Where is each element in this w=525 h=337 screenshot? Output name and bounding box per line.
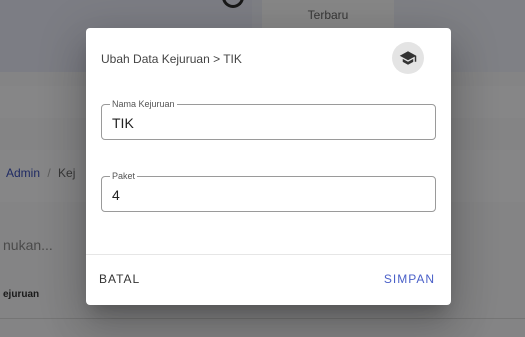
paket-input[interactable] (112, 187, 422, 203)
nama-kejuruan-label: Nama Kejuruan (110, 98, 177, 110)
save-button[interactable]: SIMPAN (384, 272, 435, 286)
graduation-cap-icon (399, 51, 417, 65)
dialog-title: Ubah Data Kejuruan > TIK (101, 52, 242, 66)
paket-field: Paket (101, 170, 436, 212)
nama-kejuruan-input[interactable] (112, 115, 422, 131)
nama-kejuruan-field: Nama Kejuruan (101, 98, 436, 140)
dialog-actions-divider (86, 254, 451, 255)
paket-label: Paket (110, 170, 138, 182)
cancel-button[interactable]: BATAL (99, 272, 140, 286)
dialog-header: Ubah Data Kejuruan > TIK (86, 28, 451, 90)
edit-kejuruan-dialog: Ubah Data Kejuruan > TIK Nama Kejuruan P… (86, 28, 451, 305)
dialog-avatar (392, 42, 424, 74)
